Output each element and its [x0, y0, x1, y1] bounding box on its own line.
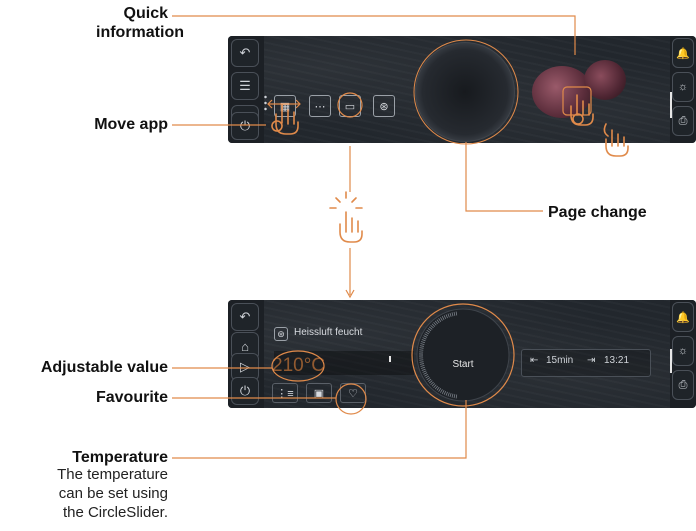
leader-page-change: [465, 142, 543, 212]
highlight-knob: [413, 39, 519, 145]
hand-move-icon: [271, 104, 299, 135]
hand-swipe-icon: [603, 123, 629, 157]
highlight-circle-slider: [411, 303, 515, 407]
highlight-temperature: [271, 350, 325, 382]
leader-quick-information: [172, 15, 576, 55]
hand-tap-icon: [570, 94, 594, 126]
hand-tap-transition-icon: [329, 191, 363, 243]
annotation-overlay: [172, 15, 629, 459]
leader-temperature: [172, 400, 467, 459]
highlight-favourite: [335, 383, 367, 415]
highlight-app-icon: [337, 92, 363, 118]
